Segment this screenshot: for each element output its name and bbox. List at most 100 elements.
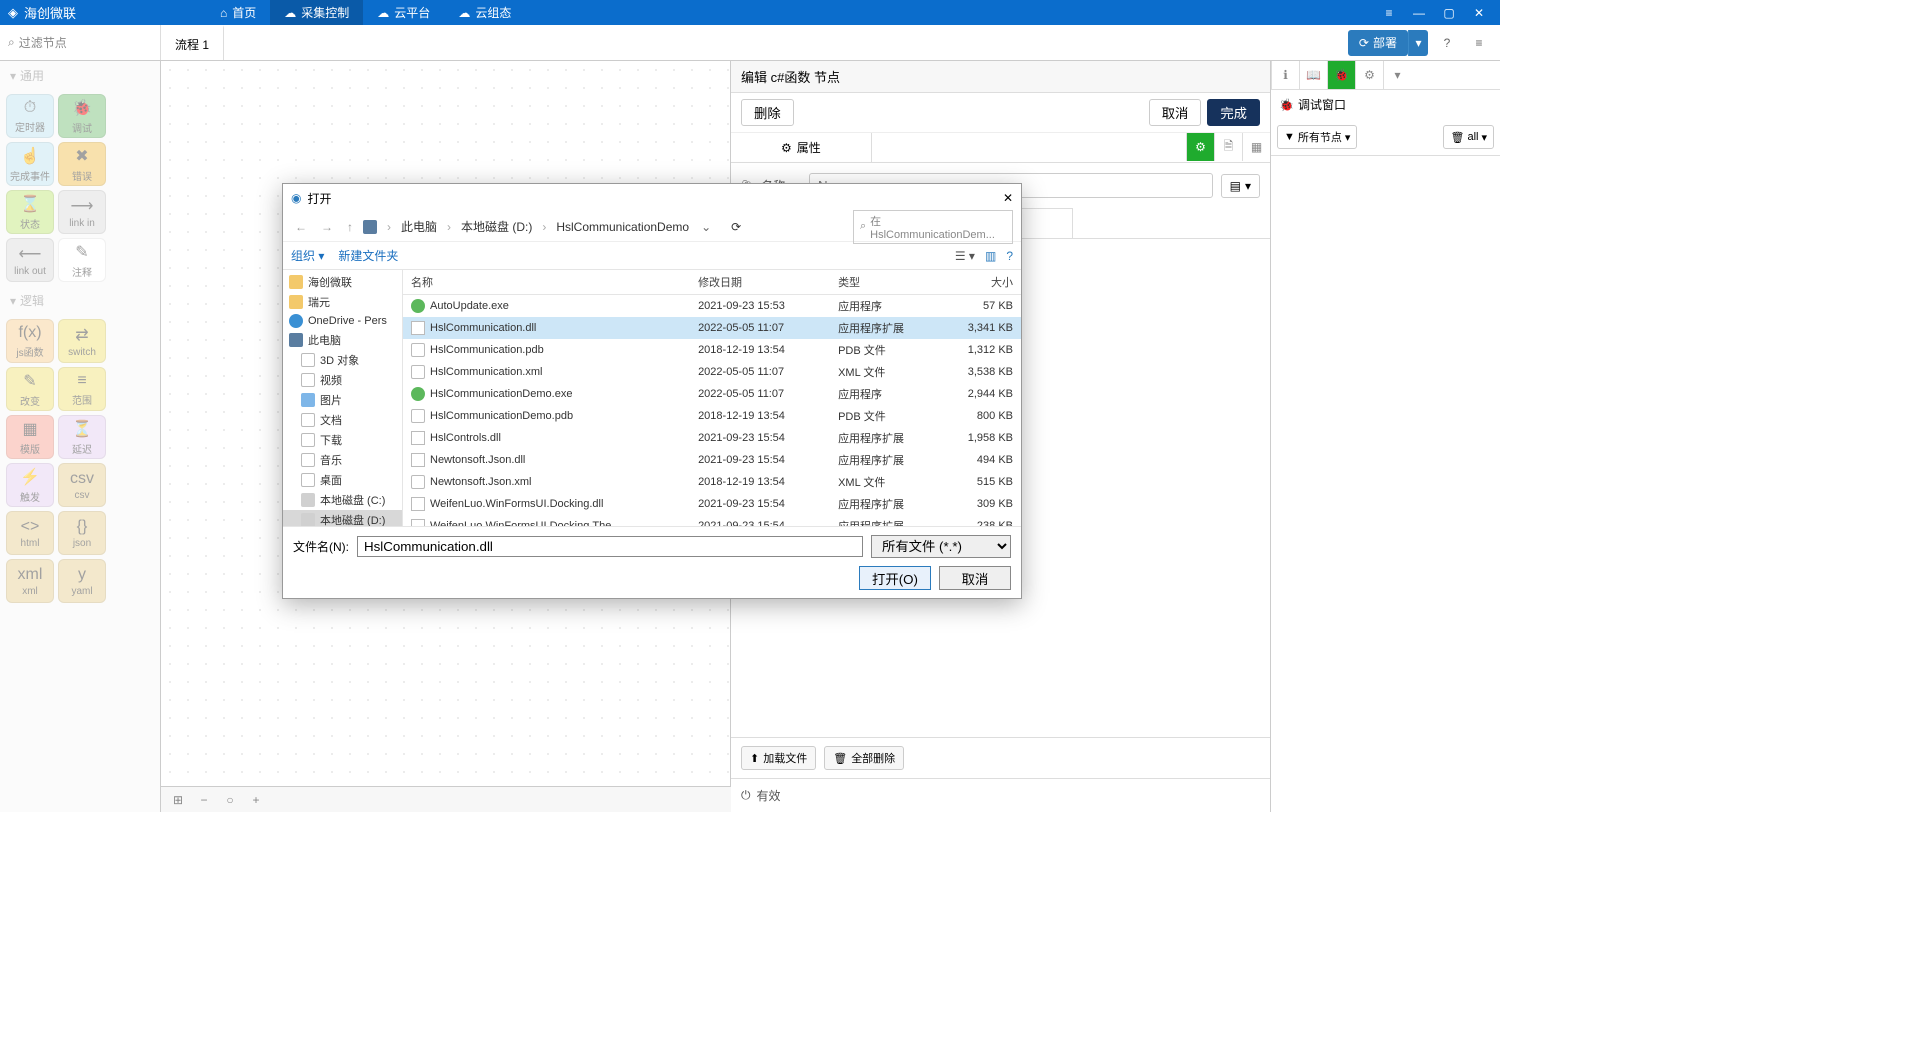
- doc-icon[interactable]: 🗎: [1214, 133, 1242, 161]
- file-row[interactable]: HslCommunicationDemo.exe2022-05-05 11:07…: [403, 383, 1021, 405]
- palette-filter[interactable]: ⌕ 过滤节点: [0, 25, 161, 60]
- palette-node-switch[interactable]: ⇄switch: [58, 319, 106, 363]
- column-header[interactable]: 类型: [830, 270, 945, 295]
- tree-item[interactable]: 瑞元: [283, 292, 402, 312]
- help-icon[interactable]: ?: [1006, 249, 1013, 263]
- close-icon[interactable]: ✕: [1466, 3, 1492, 23]
- search-input[interactable]: ⌕ 在 HslCommunicationDem...: [853, 210, 1013, 244]
- filter-all[interactable]: 🗑all▾: [1443, 125, 1494, 149]
- tree-item[interactable]: 下载: [283, 430, 402, 450]
- palette-section[interactable]: ▾ 逻辑: [0, 286, 160, 315]
- organize-menu[interactable]: 组织 ▾: [291, 247, 324, 264]
- palette-node-js函数[interactable]: f(x)js函数: [6, 319, 54, 363]
- tree-item[interactable]: 文档: [283, 410, 402, 430]
- refresh-icon[interactable]: ⟳: [723, 220, 749, 234]
- bug-icon[interactable]: 🐞: [1327, 61, 1355, 89]
- view-icon[interactable]: ☰ ▾: [955, 249, 975, 263]
- palette-node-模版[interactable]: ▦模版: [6, 415, 54, 459]
- nav-云平台[interactable]: ☁云平台: [363, 0, 444, 25]
- palette-node-json[interactable]: {}json: [58, 511, 106, 555]
- tree-item[interactable]: 本地磁盘 (C:): [283, 490, 402, 510]
- column-header[interactable]: 大小: [945, 270, 1021, 295]
- palette-node-范围[interactable]: ≡范围: [58, 367, 106, 411]
- up-icon[interactable]: ↑: [343, 220, 357, 234]
- file-row[interactable]: HslCommunication.xml2022-05-05 11:07XML …: [403, 361, 1021, 383]
- file-row[interactable]: WeifenLuo.WinFormsUI.Docking.dll2021-09-…: [403, 493, 1021, 515]
- gear-icon[interactable]: ⚙: [1355, 61, 1383, 89]
- cancel-button[interactable]: 取消: [939, 566, 1011, 590]
- appearance-icon[interactable]: ▦: [1242, 133, 1270, 161]
- palette-node-html[interactable]: <>html: [6, 511, 54, 555]
- file-row[interactable]: HslControls.dll2021-09-23 15:54应用程序扩展1,9…: [403, 427, 1021, 449]
- zoom-in-icon[interactable]: +: [245, 790, 267, 810]
- palette-node-注释[interactable]: ✎注释: [58, 238, 106, 282]
- help-icon[interactable]: ?: [1434, 30, 1460, 56]
- deploy-button[interactable]: ⟳ 部署: [1348, 30, 1408, 56]
- nav-采集控制[interactable]: ☁采集控制: [270, 0, 363, 25]
- tree-item[interactable]: 音乐: [283, 450, 402, 470]
- palette-node-延迟[interactable]: ⏳延迟: [58, 415, 106, 459]
- file-filter[interactable]: 所有文件 (*.*): [871, 535, 1011, 558]
- icon-picker[interactable]: ▤▾: [1221, 174, 1260, 198]
- column-header[interactable]: 修改日期: [690, 270, 830, 295]
- breadcrumb[interactable]: 本地磁盘 (D:): [461, 218, 532, 235]
- palette-section[interactable]: ▾ 通用: [0, 61, 160, 90]
- tree-item[interactable]: OneDrive - Pers: [283, 312, 402, 330]
- back-icon[interactable]: ←: [291, 220, 311, 234]
- info-icon[interactable]: ℹ: [1271, 61, 1299, 89]
- file-row[interactable]: Newtonsoft.Json.xml2018-12-19 13:54XML 文…: [403, 471, 1021, 493]
- flow-tab[interactable]: 流程 1: [161, 25, 224, 60]
- book-icon[interactable]: 📖: [1299, 61, 1327, 89]
- palette-node-link in[interactable]: ⟶link in: [58, 190, 106, 234]
- file-row[interactable]: Newtonsoft.Json.dll2021-09-23 15:54应用程序扩…: [403, 449, 1021, 471]
- tree-item[interactable]: 视频: [283, 370, 402, 390]
- palette-node-csv[interactable]: csvcsv: [58, 463, 106, 507]
- menu-icon[interactable]: ≡: [1466, 30, 1492, 56]
- zoom-out-icon[interactable]: −: [193, 790, 215, 810]
- tree-item[interactable]: 海创微联: [283, 272, 402, 292]
- tree-item[interactable]: 3D 对象: [283, 350, 402, 370]
- tree-item[interactable]: 桌面: [283, 470, 402, 490]
- tree-item[interactable]: 本地磁盘 (D:): [283, 510, 402, 526]
- column-header[interactable]: 名称: [403, 270, 690, 295]
- cancel-button[interactable]: 取消: [1149, 99, 1202, 126]
- minimize-icon[interactable]: —: [1406, 3, 1432, 23]
- env-icon[interactable]: ⚙: [1186, 133, 1214, 161]
- tab-properties[interactable]: ⚙ 属性: [731, 133, 872, 162]
- preview-icon[interactable]: ▥: [985, 249, 996, 263]
- open-button[interactable]: 打开(O): [859, 566, 931, 590]
- file-row[interactable]: HslCommunication.dll2022-05-05 11:07应用程序…: [403, 317, 1021, 339]
- forward-icon[interactable]: →: [317, 220, 337, 234]
- file-row[interactable]: WeifenLuo.WinFormsUI.Docking.The...2021-…: [403, 515, 1021, 526]
- breadcrumb[interactable]: HslCommunicationDemo: [556, 220, 689, 234]
- menu-icon[interactable]: ≡: [1376, 3, 1402, 23]
- close-icon[interactable]: ✕: [1003, 191, 1013, 205]
- palette-node-xml[interactable]: xmlxml: [6, 559, 54, 603]
- load-file-button[interactable]: ⬆加载文件: [741, 746, 816, 770]
- file-list[interactable]: 名称修改日期类型大小 AutoUpdate.exe2021-09-23 15:5…: [403, 270, 1021, 526]
- nav-云组态[interactable]: ☁云组态: [444, 0, 525, 25]
- palette-node-完成事件[interactable]: ☝完成事件: [6, 142, 54, 186]
- chevron-down-icon[interactable]: ▾: [1383, 61, 1411, 89]
- tree-item[interactable]: 图片: [283, 390, 402, 410]
- delete-button[interactable]: 删除: [741, 99, 794, 126]
- palette-node-定时器[interactable]: ⏱定时器: [6, 94, 54, 138]
- path-dropdown[interactable]: ⌄: [695, 220, 717, 234]
- file-row[interactable]: AutoUpdate.exe2021-09-23 15:53应用程序57 KB: [403, 295, 1021, 318]
- nav-icon[interactable]: ⊞: [167, 790, 189, 810]
- palette-node-状态[interactable]: ⌛状态: [6, 190, 54, 234]
- maximize-icon[interactable]: ▢: [1436, 3, 1462, 23]
- nav-首页[interactable]: ⌂首页: [206, 0, 270, 25]
- filter-nodes[interactable]: ▼所有节点▾: [1277, 125, 1357, 149]
- tree-item[interactable]: 此电脑: [283, 330, 402, 350]
- file-row[interactable]: HslCommunication.pdb2018-12-19 13:54PDB …: [403, 339, 1021, 361]
- new-folder-button[interactable]: 新建文件夹: [338, 247, 398, 264]
- zoom-reset-icon[interactable]: ○: [219, 790, 241, 810]
- folder-tree[interactable]: 海创微联瑞元OneDrive - Pers此电脑3D 对象视频图片文档下载音乐桌…: [283, 270, 403, 526]
- palette-node-yaml[interactable]: yyaml: [58, 559, 106, 603]
- palette-node-link out[interactable]: ⟵link out: [6, 238, 54, 282]
- file-row[interactable]: HslCommunicationDemo.pdb2018-12-19 13:54…: [403, 405, 1021, 427]
- delete-all-button[interactable]: 🗑全部删除: [824, 746, 904, 770]
- done-button[interactable]: 完成: [1207, 99, 1260, 126]
- deploy-dropdown[interactable]: ▾: [1408, 30, 1428, 56]
